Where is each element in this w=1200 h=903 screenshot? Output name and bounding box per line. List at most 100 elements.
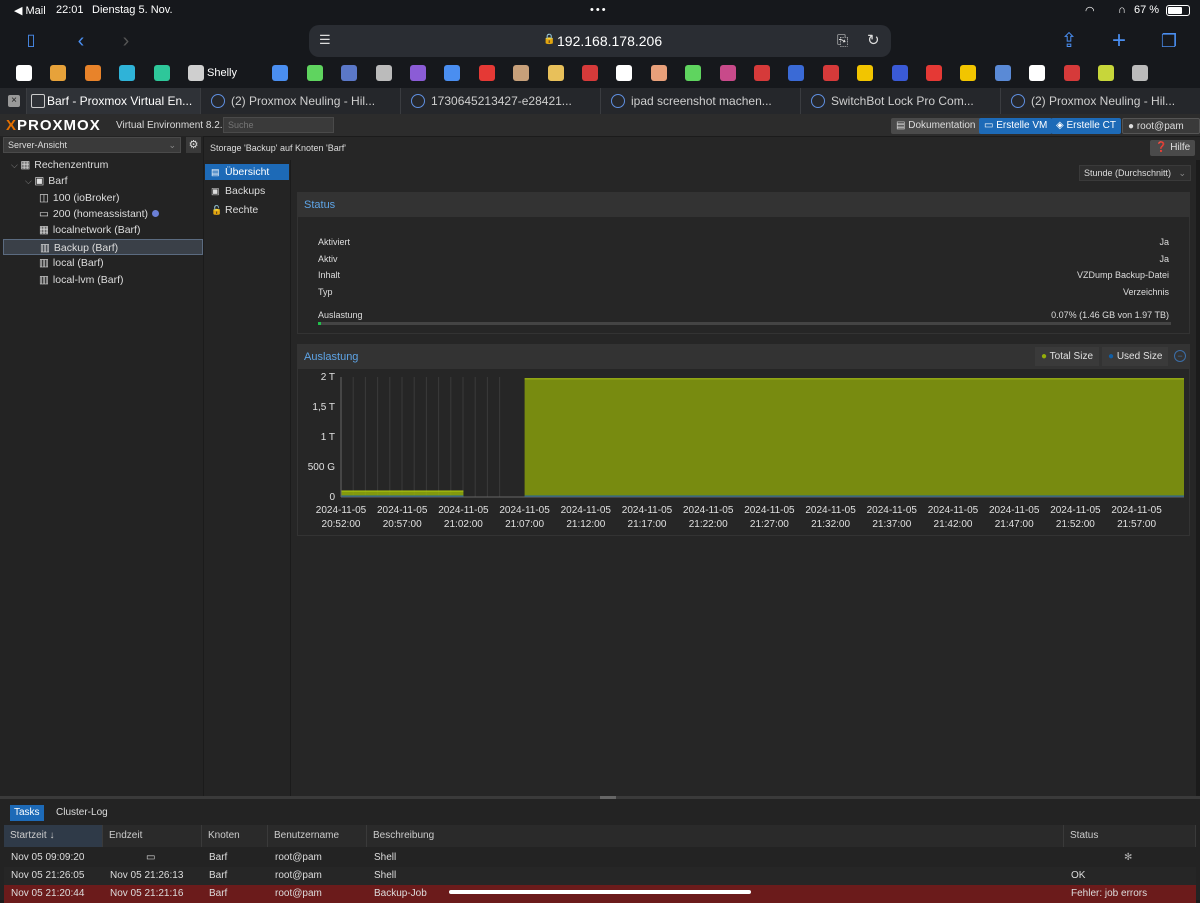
- favorite-12[interactable]: [478, 65, 495, 81]
- subnav-item-0[interactable]: ▤ Übersicht: [205, 164, 289, 180]
- favorite-6[interactable]: [272, 65, 289, 81]
- tab-overview-icon[interactable]: ❐: [1156, 28, 1182, 54]
- back-arrow-icon[interactable]: ‹: [68, 28, 94, 54]
- tree-item-3[interactable]: ▭ 200 (homeassistant): [3, 206, 203, 222]
- tab-tasks[interactable]: Tasks: [10, 805, 44, 821]
- resize-handle[interactable]: [600, 796, 616, 799]
- reader-menu-icon[interactable]: ☰: [319, 32, 331, 48]
- url-text: 192.168.178.206: [557, 33, 663, 49]
- favorite-16[interactable]: [616, 65, 633, 81]
- favorite-1[interactable]: [50, 65, 67, 81]
- favorite-2[interactable]: [84, 65, 101, 81]
- tree-item-0[interactable]: ⌵ ▦ Rechenzentrum: [3, 157, 203, 173]
- tab-cluster-log[interactable]: Cluster-Log: [56, 805, 108, 821]
- subnav-item-2[interactable]: 🔓 Rechte: [205, 202, 289, 218]
- column-header-label: Startzeit ↓: [10, 830, 55, 841]
- favorite-10[interactable]: [410, 65, 426, 81]
- browser-tab-2[interactable]: 1730645213427-e28421...: [400, 88, 600, 114]
- favorite-19[interactable]: [719, 65, 736, 81]
- task-row[interactable]: Nov 05 21:20:44 Nov 05 21:21:16 Barf root@p…: [4, 885, 1196, 903]
- cube-icon: ◈: [1056, 120, 1067, 131]
- browser-tab-3[interactable]: ipad screenshot machen...: [600, 88, 800, 114]
- undo-zoom-icon[interactable]: −: [1174, 350, 1186, 362]
- column-header-2[interactable]: Knoten: [202, 825, 268, 847]
- gear-icon[interactable]: ⚙: [186, 137, 201, 153]
- address-bar[interactable]: ☰ 🔒 192.168.178.206 ⎘ ↻: [309, 25, 891, 57]
- browser-tab-1[interactable]: (2) Proxmox Neuling - Hil...: [200, 88, 400, 114]
- sidebar-toggle-icon[interactable]: ▯: [18, 28, 44, 54]
- favorite-22[interactable]: [822, 65, 839, 81]
- tree-item-7[interactable]: ▥ local-lvm (Barf): [3, 272, 203, 288]
- legend-used-size[interactable]: ● Used Size: [1102, 347, 1169, 366]
- tree-expander-icon[interactable]: ⌵: [11, 160, 20, 170]
- timeframe-select[interactable]: Stunde (Durchschnitt) ⌄: [1079, 165, 1191, 181]
- back-to-mail-link[interactable]: ◀ Mail: [14, 4, 46, 17]
- task-row[interactable]: Nov 05 21:26:05 Nov 05 21:26:13 Barf root@p…: [4, 867, 1196, 885]
- search-input[interactable]: [223, 117, 334, 133]
- favorite-30[interactable]: [1098, 65, 1114, 81]
- monitor-icon[interactable]: ▭: [146, 849, 155, 867]
- create-vm-button[interactable]: ▭ Erstelle VM: [979, 118, 1053, 134]
- favorite-31[interactable]: [1132, 65, 1149, 81]
- favorite-25[interactable]: [926, 65, 942, 81]
- favorite-28[interactable]: [1029, 65, 1046, 81]
- column-header-4[interactable]: Beschreibung: [367, 825, 1064, 847]
- favorite-4[interactable]: [153, 65, 170, 81]
- tree-item-5[interactable]: ▥ Backup (Barf): [3, 239, 203, 255]
- fav-icon-3: [84, 65, 101, 81]
- browser-tab-0[interactable]: Barf - Proxmox Virtual En...: [26, 88, 200, 114]
- favorite-29[interactable]: [1063, 65, 1080, 81]
- tree-item-6[interactable]: ▥ local (Barf): [3, 255, 203, 271]
- column-header-5[interactable]: Status: [1064, 825, 1196, 847]
- multitask-dots-icon[interactable]: •••: [590, 4, 608, 16]
- forward-arrow-icon[interactable]: ›: [113, 28, 139, 54]
- usage-label: Auslastung: [318, 310, 363, 320]
- user-menu-button[interactable]: ● root@pam ⌄: [1122, 118, 1200, 148]
- status-value: VZDump Backup-Datei: [1076, 270, 1169, 280]
- task-row[interactable]: Nov 05 09:09:20 Barf root@pam Shell ▭ ✻: [4, 849, 1196, 867]
- favorite-5[interactable]: Shelly: [188, 65, 237, 81]
- new-tab-plus-icon[interactable]: +: [1106, 28, 1132, 54]
- favorite-18[interactable]: [685, 65, 702, 81]
- legend-total-size[interactable]: ● Total Size: [1035, 347, 1100, 366]
- favorite-8[interactable]: [341, 65, 358, 81]
- extension-icon[interactable]: ⎘: [837, 32, 848, 49]
- share-icon[interactable]: ⇪: [1056, 28, 1082, 54]
- favorite-26[interactable]: [960, 65, 977, 81]
- close-tab-icon[interactable]: ×: [8, 95, 20, 107]
- favorite-24[interactable]: [891, 65, 908, 81]
- favorite-0[interactable]: [16, 65, 32, 81]
- network-icon: ▦: [39, 224, 49, 236]
- create-ct-button[interactable]: ◈ Erstelle CT: [1051, 118, 1121, 134]
- tree-item-2[interactable]: ◫ 100 (ioBroker): [3, 190, 203, 206]
- favorite-11[interactable]: [444, 65, 461, 81]
- favorite-13[interactable]: [513, 65, 530, 81]
- help-button[interactable]: ❓ Hilfe: [1150, 140, 1196, 156]
- favorite-23[interactable]: [857, 65, 874, 81]
- fav-icon-20: [719, 65, 736, 81]
- favorite-9[interactable]: [375, 65, 392, 81]
- column-header-1[interactable]: Endzeit: [103, 825, 202, 847]
- browser-tab-4[interactable]: SwitchBot Lock Pro Com...: [800, 88, 1000, 114]
- favorite-7[interactable]: [306, 65, 323, 81]
- browser-tab-strip: × Barf - Proxmox Virtual En... (2) Proxmo…: [0, 88, 1200, 114]
- favorite-14[interactable]: [547, 65, 564, 81]
- favorite-21[interactable]: [788, 65, 805, 81]
- favorite-15[interactable]: [582, 65, 598, 81]
- home-indicator[interactable]: [449, 890, 751, 894]
- reload-icon[interactable]: ↻: [867, 31, 880, 49]
- tree-item-1[interactable]: ⌵ ▣ Barf: [3, 173, 203, 189]
- documentation-button[interactable]: ▤ Dokumentation: [891, 118, 981, 134]
- subnav-item-1[interactable]: ▣ Backups: [205, 183, 289, 199]
- view-select[interactable]: Server-Ansicht ⌄: [3, 137, 181, 153]
- favorite-27[interactable]: [994, 65, 1011, 81]
- favorite-20[interactable]: [754, 65, 770, 81]
- tree-item-4[interactable]: ▦ localnetwork (Barf): [3, 222, 203, 238]
- tree-expander-icon[interactable]: ⌵: [25, 176, 34, 186]
- favorite-3[interactable]: [119, 65, 136, 81]
- browser-tab-5[interactable]: (2) Proxmox Neuling - Hil...: [1000, 88, 1200, 114]
- favorite-17[interactable]: [650, 65, 667, 81]
- column-header-0[interactable]: Startzeit ↓: [4, 825, 103, 847]
- column-header-3[interactable]: Benutzername: [268, 825, 367, 847]
- column-header-label: Status: [1070, 830, 1099, 841]
